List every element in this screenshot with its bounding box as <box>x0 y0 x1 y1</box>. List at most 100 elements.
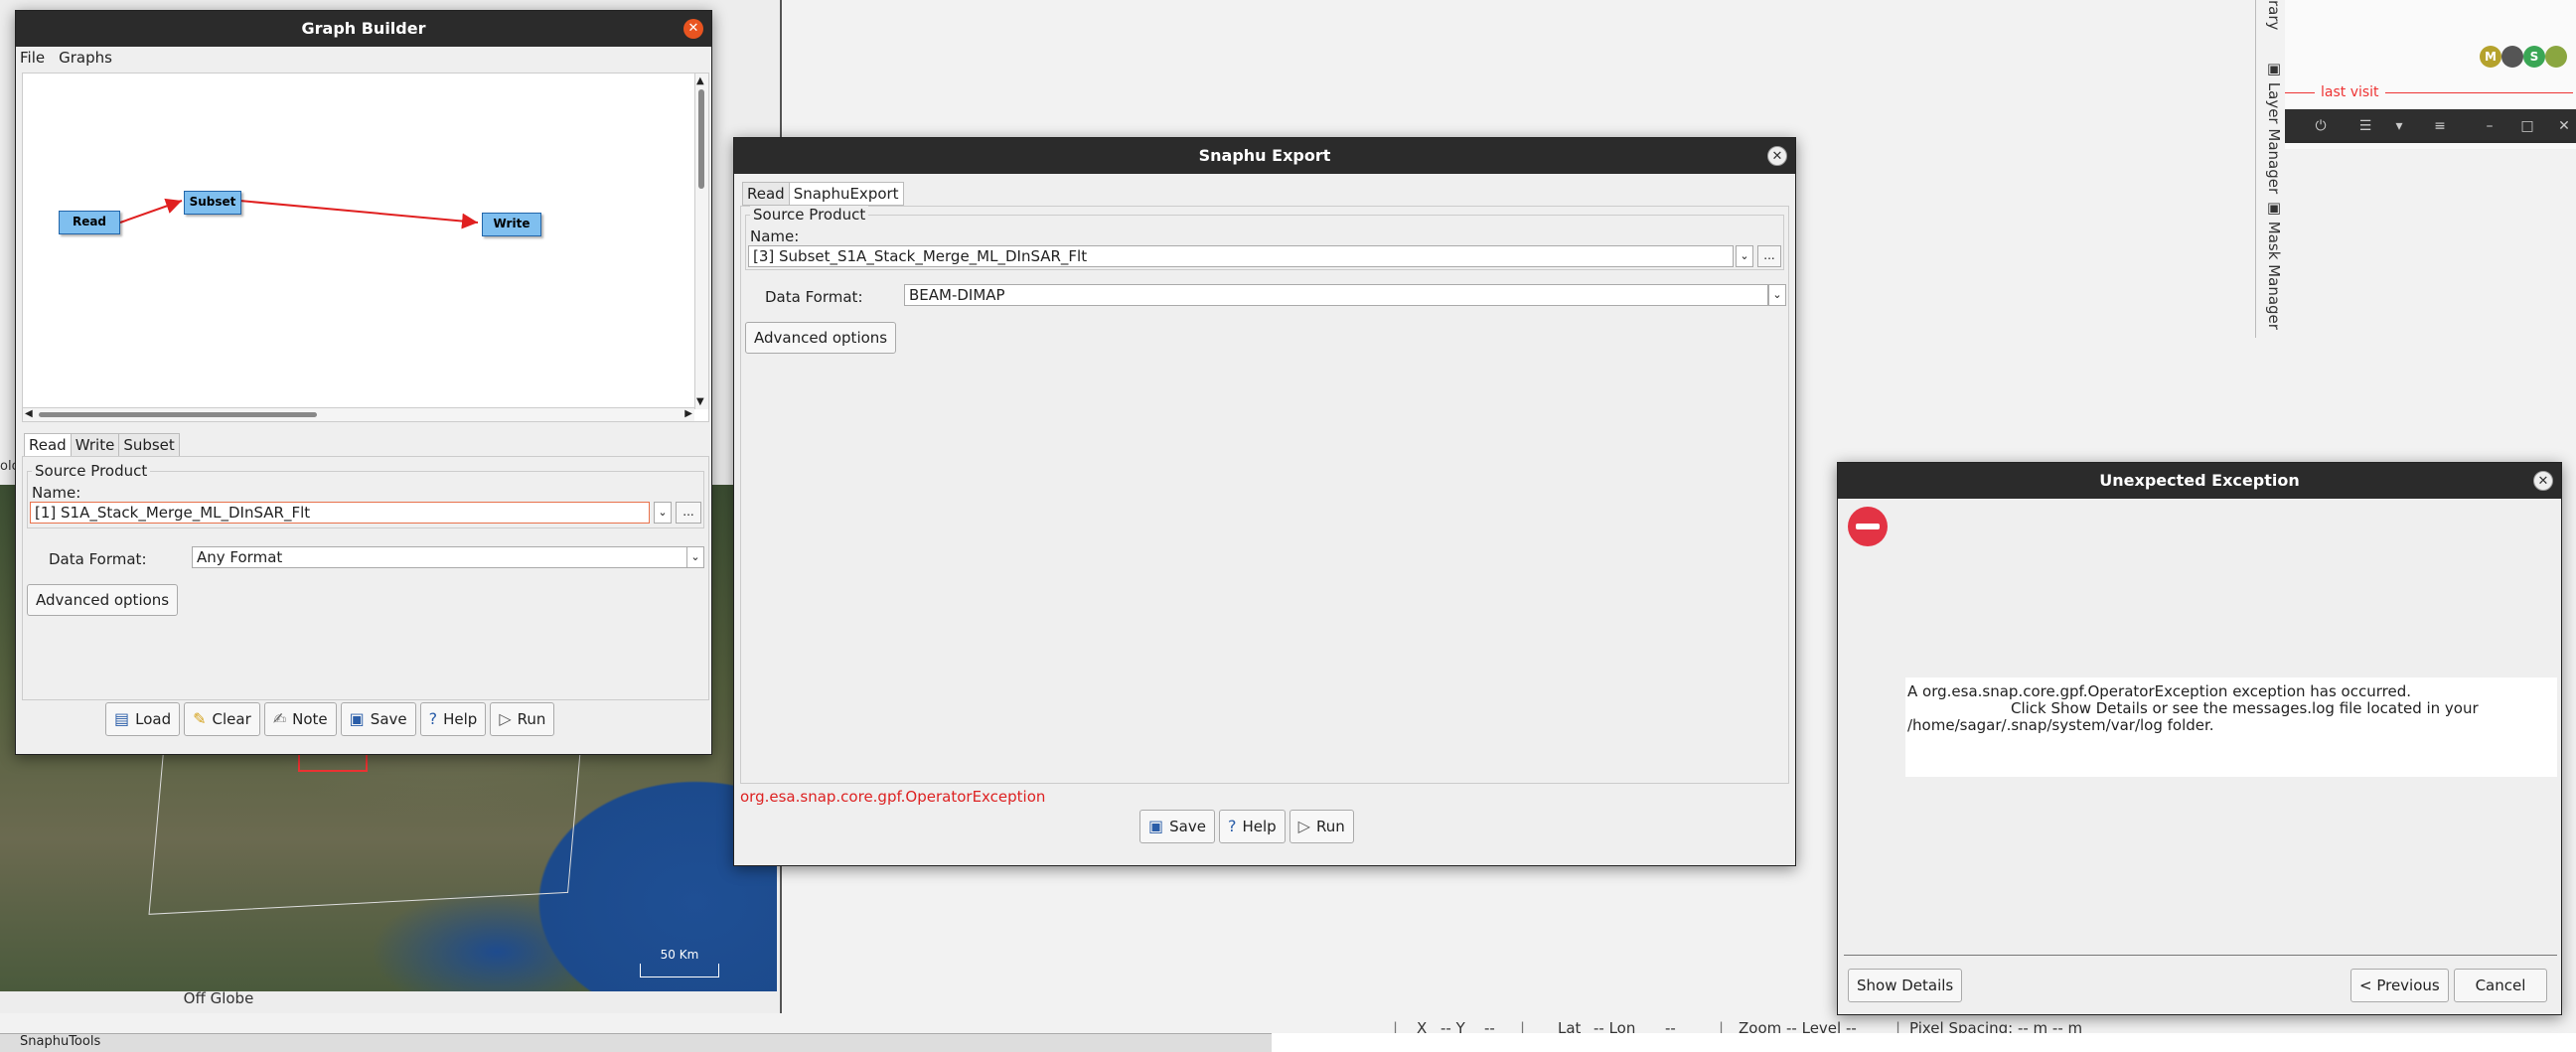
bottom-right-area <box>1272 1033 2576 1052</box>
vertical-scrollbar[interactable]: ▲ ▼ <box>694 74 708 409</box>
source-product-select[interactable]: [3] Subset_S1A_Stack_Merge_ML_DInSAR_Flt <box>748 245 1734 267</box>
close-icon: ✕ <box>2537 474 2549 489</box>
previous-button[interactable]: < Previous <box>2350 969 2449 1002</box>
note-button[interactable]: ✍ Note <box>263 702 337 736</box>
data-format-select[interactable]: BEAM-DIMAP <box>904 284 1768 306</box>
note-icon: ✍ <box>272 709 287 728</box>
graph-builder-titlebar[interactable]: Graph Builder ✕ <box>16 11 711 47</box>
snaphu-export-titlebar[interactable]: Snaphu Export ✕ <box>734 138 1795 174</box>
name-label: Name: <box>750 227 800 245</box>
operator-panel: Source Product Name: [3] Subset_S1A_Stac… <box>740 206 1789 784</box>
window-title: Snaphu Export <box>1198 146 1331 165</box>
edge-subset-write <box>238 200 479 229</box>
dropdown-button[interactable]: ⌄ <box>654 502 672 524</box>
error-message: org.esa.snap.core.gpf.OperatorException <box>740 788 1046 806</box>
help-icon: ? <box>428 709 438 728</box>
scroll-left-icon[interactable]: ◀ <box>25 408 33 419</box>
exception-message: A org.esa.snap.core.gpf.OperatorExceptio… <box>1905 677 2557 777</box>
exception-titlebar[interactable]: Unexpected Exception ✕ <box>1838 463 2561 499</box>
source-product-group: Source Product Name: [3] Subset_S1A_Stac… <box>745 206 1784 270</box>
maximize-icon[interactable]: □ <box>2516 115 2538 137</box>
chevron-down-icon: ⌄ <box>658 506 668 519</box>
save-button[interactable]: ▣ Save <box>340 702 416 736</box>
scroll-thumb[interactable] <box>39 412 317 417</box>
tab-write[interactable]: Write <box>70 433 120 457</box>
graph-edges <box>119 198 479 229</box>
map-offglobe-label: Off Globe <box>183 989 254 1007</box>
data-format-select[interactable]: Any Format <box>192 546 688 568</box>
snaphu-export-window: Snaphu Export ✕ Read SnaphuExport Source… <box>733 137 1796 866</box>
save-button[interactable]: ▣ Save <box>1139 810 1215 843</box>
node-read[interactable]: Read <box>59 211 120 234</box>
scroll-down-icon[interactable]: ▼ <box>696 396 704 407</box>
chevron-down-icon[interactable]: ▾ <box>2388 115 2410 137</box>
minimize-icon[interactable]: – <box>2479 115 2500 137</box>
help-icon: ? <box>1227 817 1237 835</box>
node-write[interactable]: Write <box>482 213 541 236</box>
tab-read[interactable]: Read <box>742 182 790 206</box>
list-icon[interactable]: ☰ <box>2354 115 2376 137</box>
browse-button[interactable]: ... <box>1757 245 1781 267</box>
node-subset[interactable]: Subset <box>184 191 241 215</box>
map-scale-label: 50 Km <box>660 948 699 962</box>
message-line: /home/sagar/.snap/system/var/log folder. <box>1907 716 2214 734</box>
message-line: Click Show Details or see the messages.l… <box>2011 699 2479 717</box>
save-icon: ▣ <box>1148 817 1164 835</box>
tab-snaphu-tools[interactable]: SnaphuTools <box>20 1034 100 1049</box>
avatar[interactable]: S <box>2523 46 2545 68</box>
close-button[interactable]: ✕ <box>2533 471 2553 491</box>
source-product-select[interactable]: [1] S1A_Stack_Merge_ML_DInSAR_Flt <box>30 502 650 524</box>
chevron-down-icon: ⌄ <box>1740 249 1749 262</box>
dropdown-button[interactable]: ⌄ <box>686 546 704 568</box>
error-stop-icon <box>1848 507 1888 546</box>
load-button[interactable]: ▤ Load <box>105 702 181 736</box>
cancel-button[interactable]: Cancel <box>2454 969 2547 1002</box>
close-icon: ✕ <box>687 21 699 36</box>
graph-canvas[interactable]: Read Subset Write ▲ ▼ ◀ ▶ <box>22 73 709 422</box>
last-visit-label: last visit <box>2315 84 2385 100</box>
clear-button[interactable]: ✎ Clear <box>184 702 260 736</box>
button-label: Advanced options <box>754 329 888 347</box>
tab-read[interactable]: Read <box>24 433 72 457</box>
tab-layer-manager[interactable]: ▣ Layer Manager <box>2257 60 2283 194</box>
tab-mask-manager[interactable]: ▣ Mask Manager <box>2257 199 2283 330</box>
scroll-up-icon[interactable]: ▲ <box>696 75 704 86</box>
tab-snaphu-export[interactable]: SnaphuExport <box>788 182 904 206</box>
scroll-right-icon[interactable]: ▶ <box>684 408 692 419</box>
tab-subset[interactable]: Subset <box>118 433 180 457</box>
close-icon[interactable]: ✕ <box>2553 115 2575 137</box>
dropdown-button[interactable]: ⌄ <box>1736 245 1753 267</box>
power-icon[interactable]: ⏻ <box>2310 115 2332 137</box>
scroll-thumb[interactable] <box>698 89 704 189</box>
horizontal-scrollbar[interactable]: ◀ ▶ <box>23 407 694 421</box>
avatar[interactable] <box>2501 46 2523 68</box>
menu-bar: File Graphs <box>20 47 705 69</box>
run-button[interactable]: ▷ Run <box>1288 810 1354 843</box>
help-button[interactable]: ? Help <box>1218 810 1286 843</box>
data-format-label: Data Format: <box>765 288 863 306</box>
menu-file[interactable]: File <box>20 47 45 69</box>
tab-library[interactable]: rary <box>2257 0 2283 30</box>
window-title: Graph Builder <box>301 19 426 38</box>
avatar[interactable] <box>2545 46 2567 68</box>
graph-builder-window: Graph Builder ✕ File Graphs Read Subset … <box>15 10 712 755</box>
close-button[interactable]: ✕ <box>1767 146 1787 166</box>
advanced-options-button[interactable]: Advanced options <box>27 584 179 616</box>
source-product-group: Source Product Name: [1] S1A_Stack_Merge… <box>27 462 704 528</box>
save-icon: ▣ <box>349 709 365 728</box>
dropdown-button[interactable]: ⌄ <box>1768 284 1786 306</box>
menu-icon[interactable]: ≡ <box>2429 115 2451 137</box>
layer-manager-icon: ▣ <box>2265 60 2283 82</box>
run-button[interactable]: ▷ Run <box>490 702 555 736</box>
load-icon: ▤ <box>114 709 130 728</box>
mask-manager-icon: ▣ <box>2265 199 2283 222</box>
browse-button[interactable]: ... <box>676 502 701 524</box>
show-details-button[interactable]: Show Details <box>1848 969 1963 1002</box>
avatar[interactable]: M <box>2480 46 2501 68</box>
group-title: Source Product <box>32 462 151 480</box>
help-button[interactable]: ? Help <box>419 702 487 736</box>
data-format-label: Data Format: <box>49 550 147 568</box>
advanced-options-button[interactable]: Advanced options <box>745 322 897 354</box>
menu-graphs[interactable]: Graphs <box>59 47 112 69</box>
close-button[interactable]: ✕ <box>683 19 703 39</box>
